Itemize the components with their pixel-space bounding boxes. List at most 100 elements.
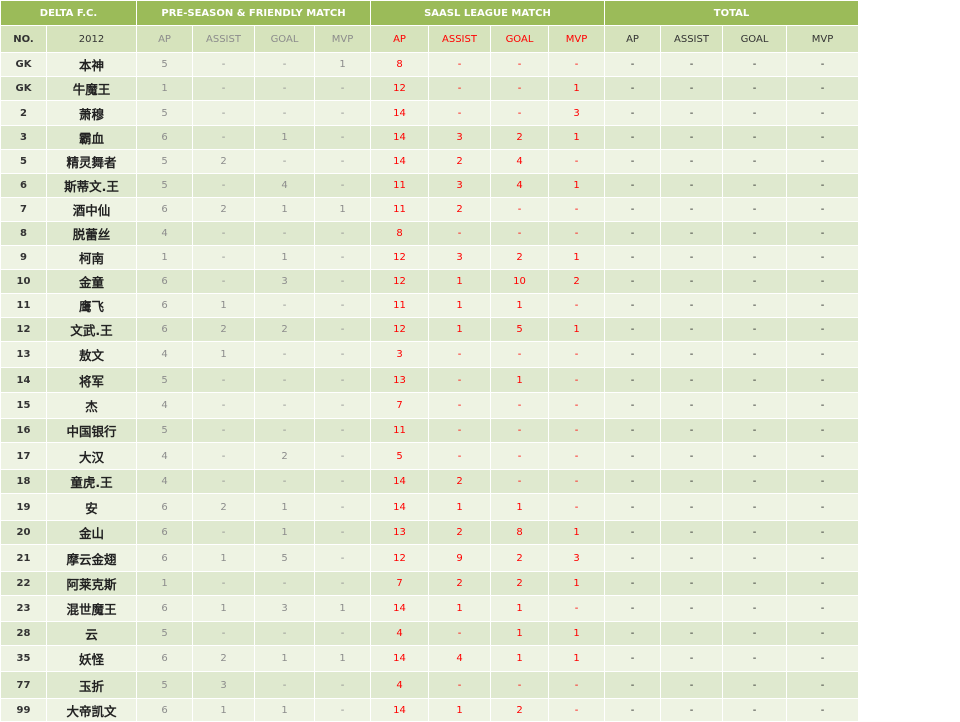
spacer-cell (858, 25, 939, 53)
league-mvp-cell: - (548, 671, 605, 699)
total-goal-cell: - (722, 173, 787, 198)
total-assist-cell: - (660, 418, 723, 443)
player-name: 云 (46, 621, 137, 646)
total-assist-cell: - (660, 392, 723, 419)
total-assist-cell: - (660, 671, 723, 699)
league-assist-cell: - (428, 621, 491, 646)
league-ap-cell: 11 (370, 293, 429, 318)
player-number: 18 (0, 469, 47, 494)
pre-ap-cell: 4 (136, 442, 193, 470)
league-goal-cell: 2 (490, 245, 549, 270)
league-mvp-cell: 3 (548, 100, 605, 126)
total-ap-cell: - (604, 317, 661, 342)
league-goal-cell: 5 (490, 317, 549, 342)
group-header-row: DELTA F.C. PRE-SEASON & FRIENDLY MATCH S… (0, 0, 939, 26)
pre-ap-cell: 6 (136, 544, 193, 572)
column-header-row: NO. 2012 AP ASSIST GOAL MVP AP ASSIST GO… (0, 25, 939, 53)
total-ap-cell: - (604, 544, 661, 572)
total-assist-cell: - (660, 367, 723, 393)
total-ap-cell: - (604, 621, 661, 646)
player-row: 14 将军 5- - -13-1- - - - - (0, 367, 939, 393)
player-name: 敖文 (46, 341, 137, 368)
league-goal-cell: 4 (490, 173, 549, 198)
player-name: 鹰飞 (46, 293, 137, 318)
pre-mvp-cell: - (314, 341, 371, 368)
player-name: 精灵舞者 (46, 149, 137, 174)
pre-goal-cell: 3 (254, 595, 315, 622)
spacer-cell (858, 571, 939, 596)
total-goal-cell: - (722, 221, 787, 246)
col-header-total-assist: ASSIST (660, 25, 723, 53)
total-ap-cell: - (604, 571, 661, 596)
league-mvp-cell: - (548, 197, 605, 222)
league-ap-cell: 14 (370, 645, 429, 672)
league-mvp-cell: 1 (548, 317, 605, 342)
pre-ap-cell: 6 (136, 293, 193, 318)
pre-assist-cell: 1 (192, 341, 255, 368)
pre-ap-cell: 6 (136, 698, 193, 722)
total-goal-cell: - (722, 125, 787, 150)
player-name: 杰 (46, 392, 137, 419)
total-goal-cell: - (722, 197, 787, 222)
total-mvp-cell: - (786, 671, 859, 699)
pre-mvp-cell: - (314, 317, 371, 342)
player-row: 8 脱蕾丝 4- - -8- - - - - - - (0, 221, 939, 246)
league-goal-cell: - (490, 197, 549, 222)
league-goal-cell: - (490, 671, 549, 699)
col-header-league-ap: AP (370, 25, 429, 53)
spacer-cell (858, 671, 939, 699)
player-row: 22 阿莱克斯 1- - -7 2 2 1- - - - (0, 571, 939, 596)
player-number: 7 (0, 197, 47, 222)
pre-goal-cell: 3 (254, 269, 315, 294)
total-ap-cell: - (604, 418, 661, 443)
pre-ap-cell: 6 (136, 317, 193, 342)
total-assist-cell: - (660, 293, 723, 318)
total-assist-cell: - (660, 125, 723, 150)
pre-mvp-cell: - (314, 418, 371, 443)
league-ap-cell: 14 (370, 149, 429, 174)
league-ap-cell: 13 (370, 520, 429, 545)
col-header-league-mvp: MVP (548, 25, 605, 53)
league-ap-cell: 14 (370, 595, 429, 622)
league-mvp-cell: - (548, 595, 605, 622)
total-assist-cell: - (660, 595, 723, 622)
total-goal-cell: - (722, 392, 787, 419)
total-ap-cell: - (604, 125, 661, 150)
pre-goal-cell: 1 (254, 698, 315, 722)
pre-ap-cell: 6 (136, 520, 193, 545)
league-assist-cell: 1 (428, 493, 491, 521)
col-header-total-ap: AP (604, 25, 661, 53)
total-mvp-cell: - (786, 52, 859, 77)
pre-ap-cell: 5 (136, 100, 193, 126)
pre-mvp-cell: - (314, 671, 371, 699)
player-number: 28 (0, 621, 47, 646)
pre-mvp-cell: - (314, 76, 371, 101)
total-ap-cell: - (604, 173, 661, 198)
league-assist-cell: 3 (428, 245, 491, 270)
pre-goal-cell: - (254, 149, 315, 174)
total-ap-cell: - (604, 392, 661, 419)
league-mvp-cell: 1 (548, 621, 605, 646)
pre-ap-cell: 4 (136, 221, 193, 246)
pre-mvp-cell: - (314, 698, 371, 722)
pre-mvp-cell: - (314, 100, 371, 126)
player-row: 12 文武.王 6 2 2-12 1 5 1- - - - (0, 317, 939, 342)
col-header-pre-ap: AP (136, 25, 193, 53)
player-name: 文武.王 (46, 317, 137, 342)
player-name: 妖怪 (46, 645, 137, 672)
player-name: 霸血 (46, 125, 137, 150)
pre-ap-cell: 6 (136, 197, 193, 222)
league-mvp-cell: - (548, 418, 605, 443)
player-number: 23 (0, 595, 47, 622)
total-mvp-cell: - (786, 595, 859, 622)
player-number: 10 (0, 269, 47, 294)
spacer-cell (858, 645, 939, 672)
player-name: 金山 (46, 520, 137, 545)
league-goal-cell: 1 (490, 595, 549, 622)
total-goal-cell: - (722, 149, 787, 174)
player-name: 柯南 (46, 245, 137, 270)
total-ap-cell: - (604, 293, 661, 318)
league-goal-cell: - (490, 442, 549, 470)
total-goal-cell: - (722, 269, 787, 294)
total-assist-cell: - (660, 698, 723, 722)
